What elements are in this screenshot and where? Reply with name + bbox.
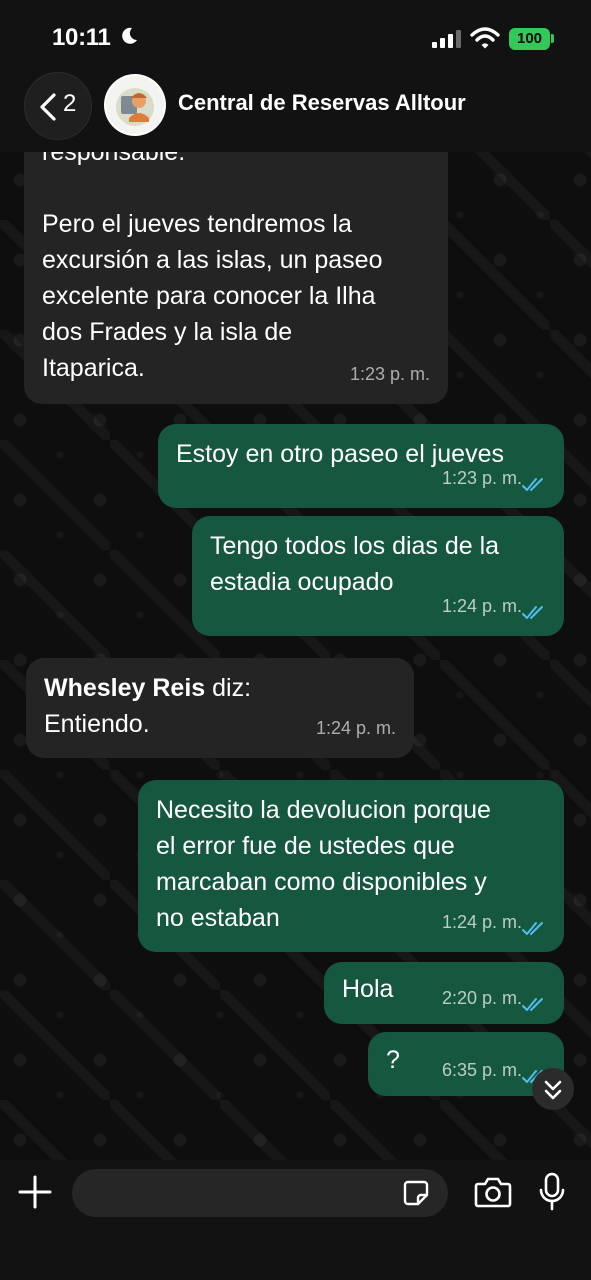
double-check-icon — [522, 606, 543, 619]
avatar[interactable] — [104, 74, 166, 136]
signal-icon — [432, 30, 461, 48]
scroll-to-bottom-button[interactable] — [532, 1068, 574, 1110]
message-bubble-outgoing[interactable]: Estoy en otro paseo el jueves 1:23 p. m. — [158, 424, 564, 508]
message-time: 1:24 p. m. — [315, 718, 396, 738]
input-bar — [0, 1160, 591, 1280]
chevron-left-icon — [40, 93, 56, 121]
sticker-icon[interactable] — [402, 1179, 430, 1207]
message-time: 1:24 p. m. — [441, 596, 522, 616]
back-button[interactable]: 2 — [24, 72, 92, 140]
message-text: responsable. Pero el jueves tendremos la… — [42, 138, 383, 382]
microphone-icon[interactable] — [538, 1172, 566, 1212]
sender-name: Whesley Reis — [44, 674, 206, 702]
chevrons-down-icon — [544, 1080, 562, 1100]
message-bubble-outgoing[interactable]: Necesito la devolucion porque el error f… — [138, 780, 564, 952]
wifi-icon — [470, 27, 500, 49]
message-input[interactable] — [72, 1169, 448, 1217]
message-bubble-outgoing[interactable]: Tengo todos los dias de la estadia ocupa… — [192, 516, 564, 636]
status-time: 10:11 — [52, 24, 111, 51]
unread-count: 2 — [63, 90, 77, 117]
message-bubble-incoming[interactable]: responsable. Pero el jueves tendremos la… — [24, 110, 448, 404]
message-body: Entiendo. — [44, 710, 150, 738]
double-check-icon — [522, 478, 543, 491]
battery-tip — [551, 34, 554, 43]
sender-suffix: diz: — [205, 674, 252, 702]
camera-icon[interactable] — [474, 1176, 512, 1208]
moon-icon — [122, 27, 137, 44]
chat-header: 2 Central de Reservas Alltour — [0, 62, 591, 152]
message-time: 6:35 p. m. — [441, 1060, 522, 1080]
message-time: 1:23 p. m. — [441, 468, 522, 488]
message-bubble-outgoing[interactable]: Hola 2:20 p. m. — [324, 962, 564, 1024]
contact-name[interactable]: Central de Reservas Alltour — [178, 90, 466, 116]
double-check-icon — [522, 922, 543, 935]
avatar-image — [106, 76, 164, 134]
message-time: 1:23 p. m. — [349, 364, 430, 384]
message-bubble-incoming[interactable]: Whesley Reis diz: Entiendo. 1:24 p. m. — [26, 658, 414, 758]
plus-icon[interactable] — [18, 1175, 52, 1209]
status-bar: 10:11 100 — [0, 0, 591, 62]
message-time: 1:24 p. m. — [441, 912, 522, 932]
message-time: 2:20 p. m. — [441, 988, 522, 1008]
battery-indicator: 100 — [509, 28, 550, 50]
double-check-icon — [522, 998, 543, 1011]
